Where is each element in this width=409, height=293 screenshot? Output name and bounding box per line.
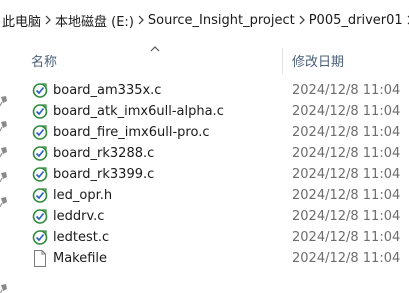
- sort-ascending-icon: [150, 42, 160, 52]
- file-date-modified: 2024/12/8 11:04: [292, 209, 401, 224]
- file-row[interactable]: ledtest.c 2024/12/8 11:04: [28, 227, 409, 248]
- file-row[interactable]: board_atk_imx6ull-alpha.c 2024/12/8 11:0…: [28, 101, 409, 122]
- c-source-file-icon: [32, 124, 48, 141]
- breadcrumb-item-p005-driver01[interactable]: P005_driver01: [306, 7, 406, 33]
- column-header-name[interactable]: 名称: [31, 54, 57, 72]
- chevron-right-icon[interactable]: [44, 7, 52, 33]
- file-name[interactable]: board_am335x.c: [53, 80, 161, 101]
- file-row[interactable]: board_rk3399.c 2024/12/8 11:04: [28, 164, 409, 185]
- chevron-right-icon[interactable]: [137, 7, 145, 33]
- breadcrumb: 此电脑 本地磁盘 (E:) Source_Insight_project P00…: [0, 0, 409, 41]
- file-name[interactable]: Makefile: [53, 248, 107, 269]
- file-row[interactable]: board_rk3288.c 2024/12/8 11:04: [28, 143, 409, 164]
- file-name[interactable]: ledtest.c: [53, 227, 109, 248]
- file-name[interactable]: board_fire_imx6ull-pro.c: [53, 122, 210, 143]
- file-row[interactable]: board_fire_imx6ull-pro.c 2024/12/8 11:04: [28, 122, 409, 143]
- file-date-modified: 2024/12/8 11:04: [292, 188, 401, 203]
- file-date-modified: 2024/12/8 11:04: [292, 146, 401, 161]
- c-header-file-icon: [32, 187, 48, 204]
- column-header: 名称 修改日期: [0, 40, 409, 74]
- chevron-right-icon[interactable]: [298, 7, 306, 33]
- column-header-date-modified[interactable]: 修改日期: [292, 54, 344, 72]
- c-source-file-icon: [32, 82, 48, 99]
- column-divider[interactable]: [282, 48, 283, 74]
- file-row[interactable]: Makefile 2024/12/8 11:04: [28, 248, 409, 269]
- c-source-file-icon: [32, 145, 48, 162]
- file-name[interactable]: board_rk3288.c: [53, 143, 154, 164]
- c-source-file-icon: [32, 229, 48, 246]
- breadcrumb-item-source-insight-project[interactable]: Source_Insight_project: [145, 7, 298, 33]
- file-explorer-window: 此电脑 本地磁盘 (E:) Source_Insight_project P00…: [0, 0, 409, 293]
- file-date-modified: 2024/12/8 11:04: [292, 83, 401, 98]
- file-date-modified: 2024/12/8 11:04: [292, 167, 401, 182]
- c-source-file-icon: [32, 103, 48, 120]
- file-date-modified: 2024/12/8 11:04: [292, 230, 401, 245]
- file-name[interactable]: led_opr.h: [53, 185, 112, 206]
- file-row[interactable]: board_am335x.c 2024/12/8 11:04: [28, 80, 409, 101]
- file-name[interactable]: leddrv.c: [53, 206, 104, 227]
- file-date-modified: 2024/12/8 11:04: [292, 125, 401, 140]
- file-list: board_am335x.c 2024/12/8 11:04 board_atk…: [0, 80, 409, 293]
- file-row[interactable]: led_opr.h 2024/12/8 11:04: [28, 185, 409, 206]
- breadcrumb-item-this-pc[interactable]: 此电脑: [0, 7, 44, 33]
- c-source-file-icon: [32, 208, 48, 225]
- file-name[interactable]: board_rk3399.c: [53, 164, 154, 185]
- generic-file-icon: [32, 250, 48, 267]
- c-source-file-icon: [32, 166, 48, 183]
- file-row[interactable]: leddrv.c 2024/12/8 11:04: [28, 206, 409, 227]
- file-date-modified: 2024/12/8 11:04: [292, 104, 401, 119]
- file-date-modified: 2024/12/8 11:04: [292, 251, 401, 266]
- breadcrumb-item-local-disk-e[interactable]: 本地磁盘 (E:): [52, 7, 137, 33]
- file-name[interactable]: board_atk_imx6ull-alpha.c: [53, 101, 224, 122]
